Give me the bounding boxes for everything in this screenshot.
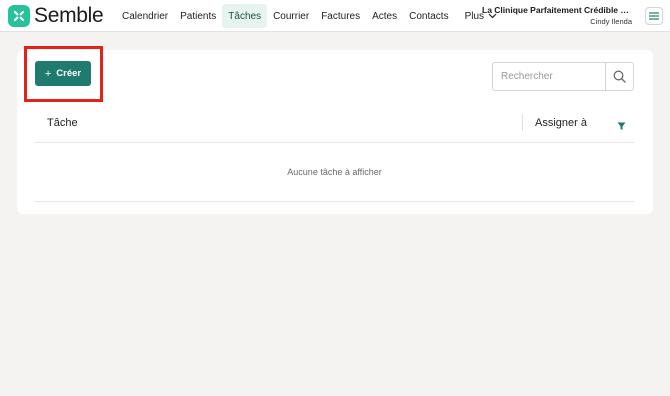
search-icon <box>613 70 626 83</box>
nav-item-courrier[interactable]: Courrier <box>267 4 315 28</box>
clinic-name: La Clinique Parfaitement Crédible d... <box>482 5 632 15</box>
table-bottom-divider <box>35 201 634 202</box>
nav-label: Patients <box>180 10 217 22</box>
hamburger-icon <box>649 12 659 20</box>
main-nav: Calendrier Patients Tâches Courrier Fact… <box>116 3 503 29</box>
nav-item-taches[interactable]: Tâches <box>222 4 268 28</box>
nav-label: Actes <box>372 10 398 22</box>
top-navigation-bar: Semble Calendrier Patients Tâches Courri… <box>0 0 670 32</box>
user-name: Cindy Ilenda <box>590 17 632 26</box>
semble-logo-icon <box>8 5 30 27</box>
semble-logo[interactable]: Semble <box>8 4 104 28</box>
filter-icon[interactable] <box>617 118 626 136</box>
hamburger-menu-button[interactable] <box>645 7 663 25</box>
search-box <box>492 62 634 91</box>
nav-label: Factures <box>321 10 361 22</box>
search-button[interactable] <box>605 63 633 90</box>
create-button-label: Créer <box>56 68 82 79</box>
nav-item-calendrier[interactable]: Calendrier <box>116 4 174 28</box>
nav-label: Contacts <box>409 10 449 22</box>
brand-name: Semble <box>34 4 104 27</box>
nav-label: Tâches <box>228 10 262 22</box>
table-header-divider <box>35 142 634 143</box>
create-task-button[interactable]: + Créer <box>35 61 91 86</box>
account-switcher[interactable]: La Clinique Parfaitement Crédible d... C… <box>482 5 632 28</box>
nav-item-patients[interactable]: Patients <box>174 4 222 28</box>
column-divider <box>522 114 523 131</box>
nav-item-factures[interactable]: Factures <box>315 4 366 28</box>
nav-label: Courrier <box>273 10 310 22</box>
search-input[interactable] <box>493 63 605 90</box>
nav-item-actes[interactable]: Actes <box>366 4 403 28</box>
nav-item-contacts[interactable]: Contacts <box>403 4 454 28</box>
empty-state-message: Aucune tâche à afficher <box>287 167 382 177</box>
plus-icon: + <box>44 67 52 80</box>
column-header-assignee: Assigner à <box>535 117 587 129</box>
nav-label: Calendrier <box>122 10 169 22</box>
column-header-task: Tâche <box>47 117 78 129</box>
